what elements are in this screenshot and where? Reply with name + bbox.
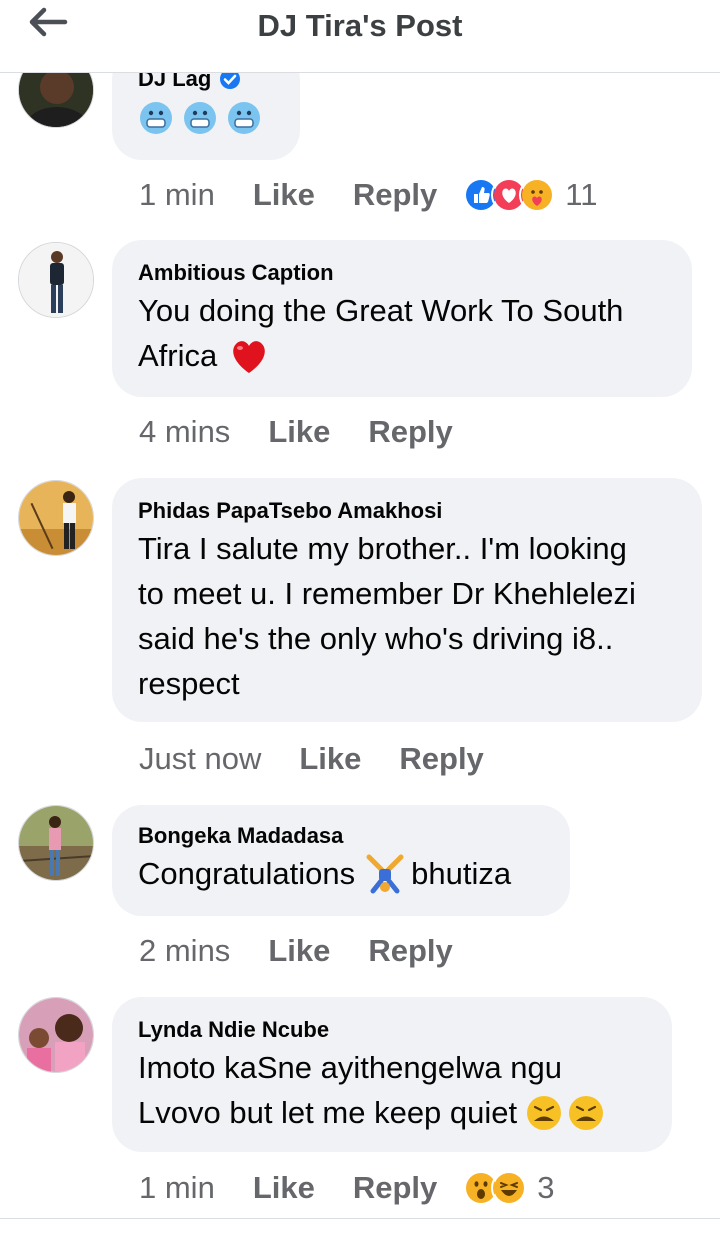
comment-time[interactable]: 1 min	[139, 177, 215, 213]
like-button[interactable]: Like	[268, 933, 330, 969]
red-heart-emoji-icon	[233, 340, 265, 373]
reaction-summary[interactable]: 11	[463, 177, 597, 213]
comment-meta: 1 min Like Reply 3	[139, 1166, 555, 1210]
comment-author[interactable]: Lynda Ndie Ncube	[138, 1015, 329, 1045]
person-cartwheeling-emoji-icon	[366, 854, 404, 893]
comment-meta: 2 mins Like Reply	[139, 929, 491, 973]
care-reaction-icon	[519, 177, 556, 213]
comment-bubble[interactable]: Phidas PapaTsebo Amakhosi Tira I salute …	[112, 478, 702, 722]
comment-meta: Just now Like Reply	[139, 737, 522, 781]
comment-bubble[interactable]: Lynda Ndie Ncube Imoto kaSne ayithengelw…	[112, 997, 672, 1152]
reaction-summary[interactable]: 3	[463, 1170, 555, 1206]
reply-button[interactable]: Reply	[353, 177, 437, 213]
page-title: DJ Tira's Post	[257, 8, 463, 43]
comment-author[interactable]: Bongeka Madadasa	[138, 821, 343, 851]
reply-button[interactable]: Reply	[368, 414, 452, 450]
comment-time[interactable]: Just now	[139, 741, 261, 777]
bottom-divider	[0, 1218, 720, 1233]
avatar[interactable]	[18, 805, 94, 881]
reaction-count: 11	[565, 177, 598, 212]
reply-button[interactable]: Reply	[399, 741, 483, 777]
like-button[interactable]: Like	[253, 177, 315, 213]
comment-author[interactable]: Ambitious Caption	[138, 258, 334, 288]
comment-bubble[interactable]: Bongeka Madadasa Congratulations bhutiza	[112, 805, 570, 916]
comment-bubble[interactable]: Ambitious Caption You doing the Great Wo…	[112, 240, 692, 397]
comment-item: Lynda Ndie Ncube Imoto kaSne ayithengelw…	[0, 997, 720, 1217]
like-button[interactable]: Like	[299, 741, 361, 777]
haha-reaction-icon	[491, 1170, 528, 1206]
top-bar: DJ Tira's Post	[0, 0, 720, 73]
comment-author[interactable]: Phidas PapaTsebo Amakhosi	[138, 496, 442, 526]
like-button[interactable]: Like	[253, 1170, 315, 1206]
comment-item: Ambitious Caption You doing the Great Wo…	[0, 240, 720, 460]
avatar[interactable]	[18, 242, 94, 318]
weary-face-emoji-icon	[527, 1095, 562, 1130]
comment-time[interactable]: 1 min	[139, 1170, 215, 1206]
cold-face-emoji-icon	[184, 102, 216, 134]
cold-face-emoji-icon	[228, 102, 260, 134]
like-button[interactable]: Like	[268, 414, 330, 450]
reply-button[interactable]: Reply	[368, 933, 452, 969]
comment-text: Congratulations bhutiza	[138, 851, 544, 896]
comment-text: Imoto kaSne ayithengelwa ngu Lvovo but l…	[138, 1045, 646, 1135]
comment-time[interactable]: 2 mins	[139, 933, 230, 969]
avatar[interactable]	[18, 997, 94, 1073]
comment-item: Bongeka Madadasa Congratulations bhutiza…	[0, 805, 720, 985]
comment-meta: 1 min Like Reply 11	[139, 173, 597, 217]
avatar[interactable]	[18, 480, 94, 556]
reply-button[interactable]: Reply	[353, 1170, 437, 1206]
comment-text: Tira I salute my brother.. I'm looking t…	[138, 531, 636, 701]
comment-text: You doing the Great Work To South Africa	[138, 293, 624, 373]
reaction-count: 3	[537, 1170, 555, 1205]
comment-time[interactable]: 4 mins	[139, 414, 230, 450]
cold-face-emoji-icon	[140, 102, 172, 134]
weary-face-emoji-icon	[569, 1095, 604, 1130]
comment-item: Phidas PapaTsebo Amakhosi Tira I salute …	[0, 478, 720, 788]
comment-meta: 4 mins Like Reply	[139, 410, 491, 454]
